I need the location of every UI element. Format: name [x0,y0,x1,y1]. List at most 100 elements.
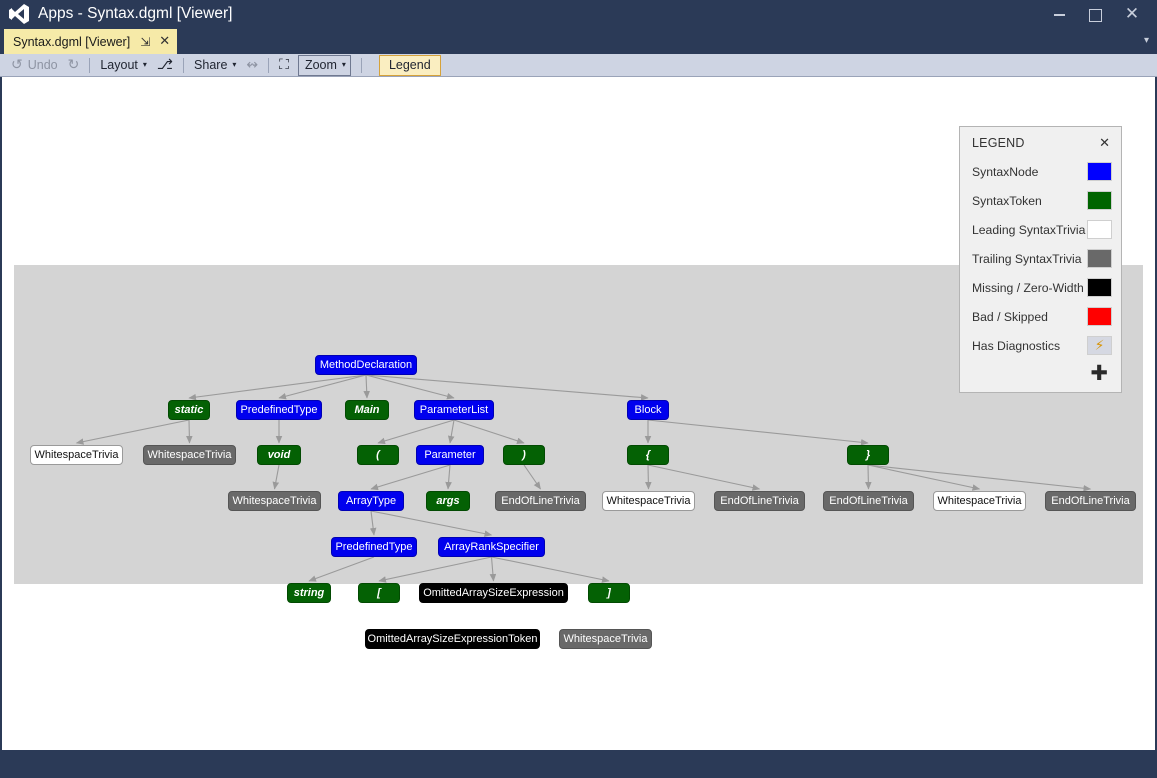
legend-row[interactable]: Leading SyntaxTrivia [972,215,1112,244]
graph-edge [363,374,370,399]
close-window-button[interactable]: ✕ [1115,0,1149,28]
tab-overflow-chevron-down-icon[interactable]: ▾ [1144,35,1149,46]
graph-node[interactable]: EndOfLineTrivia [714,491,805,511]
graph-edge [867,464,1092,492]
graph-edge [645,464,652,490]
legend-row[interactable]: Has Diagnostics ⚡ [972,331,1112,360]
legend-color-swatch [1087,162,1112,181]
graph-node-label: WhitespaceTrivia [606,495,691,507]
graph-edge [489,556,497,582]
graph-node[interactable]: void [257,445,301,465]
layout-menu-button[interactable]: Layout ▾ [95,55,152,76]
graph-edge [370,464,451,491]
minimize-button[interactable] [1042,0,1076,28]
graph-edge [308,556,375,582]
graph-node[interactable]: static [168,400,210,420]
graph-node[interactable]: { [627,445,669,465]
zoom-label: Zoom [304,58,337,72]
graph-node-label: Parameter [424,449,476,461]
layout-label: Layout [100,58,138,72]
graph-node-label: EndOfLineTrivia [720,495,799,507]
undo-button[interactable]: ↺ Undo [6,55,63,76]
graph-node[interactable]: WhitespaceTrivia [228,491,321,511]
legend-row[interactable]: SyntaxNode [972,157,1112,186]
maximize-icon [1088,8,1102,22]
legend-row[interactable]: Bad / Skipped [972,302,1112,331]
legend-panel[interactable]: LEGEND ✕ SyntaxNode SyntaxToken Leading Sy… [959,126,1122,393]
share-label: Share [194,58,228,72]
graph-node[interactable]: Parameter [416,445,484,465]
graph-node-label: Block [634,404,662,416]
tab-close-icon[interactable]: ✕ [159,34,170,49]
legend-button-label: Legend [388,58,431,72]
toolbar: ↺ Undo ↻ Layout ▾ ⎇ Share ▾ ↭ ⛶ Zoom ▾ L… [0,54,1157,77]
graph-node[interactable]: EndOfLineTrivia [495,491,586,511]
graph-edge [453,419,525,444]
graph-node[interactable]: } [847,445,889,465]
graph-edge [523,464,541,490]
close-icon: ✕ [1124,4,1140,24]
graph-node[interactable]: PredefinedType [236,400,322,420]
graph-node[interactable]: args [426,491,470,511]
toolbar-separator-4 [360,57,362,73]
graph-edge [445,464,452,490]
graph-edge [369,510,377,536]
graph-node-label: WhitespaceTrivia [232,495,317,507]
graph-node[interactable]: ArrayType [338,491,404,511]
graph-edge [377,419,455,445]
graph-node[interactable]: WhitespaceTrivia [143,445,236,465]
graph-node[interactable]: WhitespaceTrivia [559,629,652,649]
graph-node-label: { [645,449,651,461]
visual-studio-logo-icon [8,3,30,25]
graph-node-label: EndOfLineTrivia [829,495,908,507]
chevron-down-icon: ▾ [232,60,237,69]
graph-edge [647,464,761,491]
graph-node[interactable]: ArrayRankSpecifier [438,537,545,557]
document-surface: MethodDeclaration static PredefinedType Mai… [2,77,1155,750]
graph-node[interactable]: WhitespaceTrivia [30,445,123,465]
graph-node[interactable]: string [287,583,331,603]
legend-add-row[interactable]: ✚ [972,360,1112,386]
tab-syntax-dgml-viewer[interactable]: Syntax.dgml [Viewer] ⇲ ✕ [4,29,178,54]
pin-icon[interactable]: ⇲ [140,35,150,49]
graph-node[interactable]: ParameterList [414,400,494,420]
plus-icon[interactable]: ✚ [1090,362,1108,384]
legend-row-label: Missing / Zero-Width [972,280,1084,295]
graph-node[interactable]: OmittedArraySizeExpression [419,583,568,603]
maximize-button[interactable] [1078,0,1112,28]
graph-node[interactable]: ( [357,445,399,465]
graph-node[interactable]: PredefinedType [331,537,417,557]
graph-node[interactable]: [ [358,583,400,603]
legend-header: LEGEND ✕ [972,133,1112,153]
unshare-button[interactable]: ↭ [241,55,263,76]
graph-node-label: string [293,587,325,599]
legend-toggle-button[interactable]: Legend [378,54,441,76]
graph-node[interactable]: EndOfLineTrivia [823,491,914,511]
legend-row-label: SyntaxNode [972,164,1039,179]
toolbar-separator-1 [89,57,91,73]
graph-node[interactable]: EndOfLineTrivia [1045,491,1136,511]
redo-button[interactable]: ↻ [63,55,85,76]
zoom-dropdown[interactable]: Zoom ▾ [297,54,351,76]
graph-node-label: ( [376,449,380,461]
graph-edge [278,374,367,400]
share-menu-button[interactable]: Share ▾ [189,55,241,76]
graph-node[interactable]: Main [345,400,389,420]
legend-row[interactable]: Trailing SyntaxTrivia [972,244,1112,273]
graph-node-label: ParameterList [419,404,489,416]
graph-node[interactable]: OmittedArraySizeExpressionToken [365,629,540,649]
legend-row[interactable]: SyntaxToken [972,186,1112,215]
fit-to-window-button[interactable]: ⛶ [274,55,294,76]
graph-node[interactable]: ] [588,583,630,603]
filter-button[interactable]: ⎇ [152,55,178,76]
graph-node[interactable]: ) [503,445,545,465]
legend-close-icon[interactable]: ✕ [1099,136,1112,151]
graph-node[interactable]: WhitespaceTrivia [933,491,1026,511]
chevron-down-icon: ▾ [142,60,147,69]
graph-node[interactable]: WhitespaceTrivia [602,491,695,511]
graph-edge [188,374,367,401]
graph-node[interactable]: MethodDeclaration [315,355,417,375]
legend-row[interactable]: Missing / Zero-Width [972,273,1112,302]
graph-node[interactable]: Block [627,400,669,420]
graph-edge [491,556,610,583]
